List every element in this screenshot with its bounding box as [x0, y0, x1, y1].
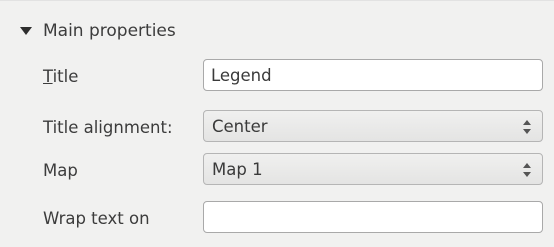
- title-label: Title: [43, 67, 78, 86]
- collapse-arrow-icon[interactable]: [20, 27, 32, 35]
- title-input[interactable]: [204, 60, 542, 90]
- wrap-text-label: Wrap text on: [43, 209, 150, 228]
- title-label-mnemonic: T: [43, 67, 53, 86]
- title-alignment-value: Center: [212, 117, 268, 136]
- title-label-rest: itle: [52, 67, 79, 86]
- title-row: Title: [0, 59, 554, 95]
- title-alignment-label: Title alignment:: [43, 118, 173, 137]
- updown-arrows-icon: [523, 120, 531, 134]
- title-alignment-row: Title alignment: Center: [0, 110, 554, 146]
- wrap-text-input[interactable]: [204, 202, 542, 232]
- legend-properties-panel: Main properties Title Title alignment: C…: [0, 0, 554, 247]
- wrap-text-field[interactable]: [203, 201, 543, 233]
- map-label: Map: [43, 161, 78, 180]
- updown-arrows-icon: [523, 163, 531, 177]
- map-value: Map 1: [212, 160, 263, 179]
- wrap-text-row: Wrap text on: [0, 201, 554, 237]
- map-row: Map Map 1: [0, 153, 554, 189]
- title-alignment-select[interactable]: Center: [203, 110, 543, 142]
- title-field[interactable]: [203, 59, 543, 91]
- map-select[interactable]: Map 1: [203, 153, 543, 185]
- section-title: Main properties: [43, 21, 176, 41]
